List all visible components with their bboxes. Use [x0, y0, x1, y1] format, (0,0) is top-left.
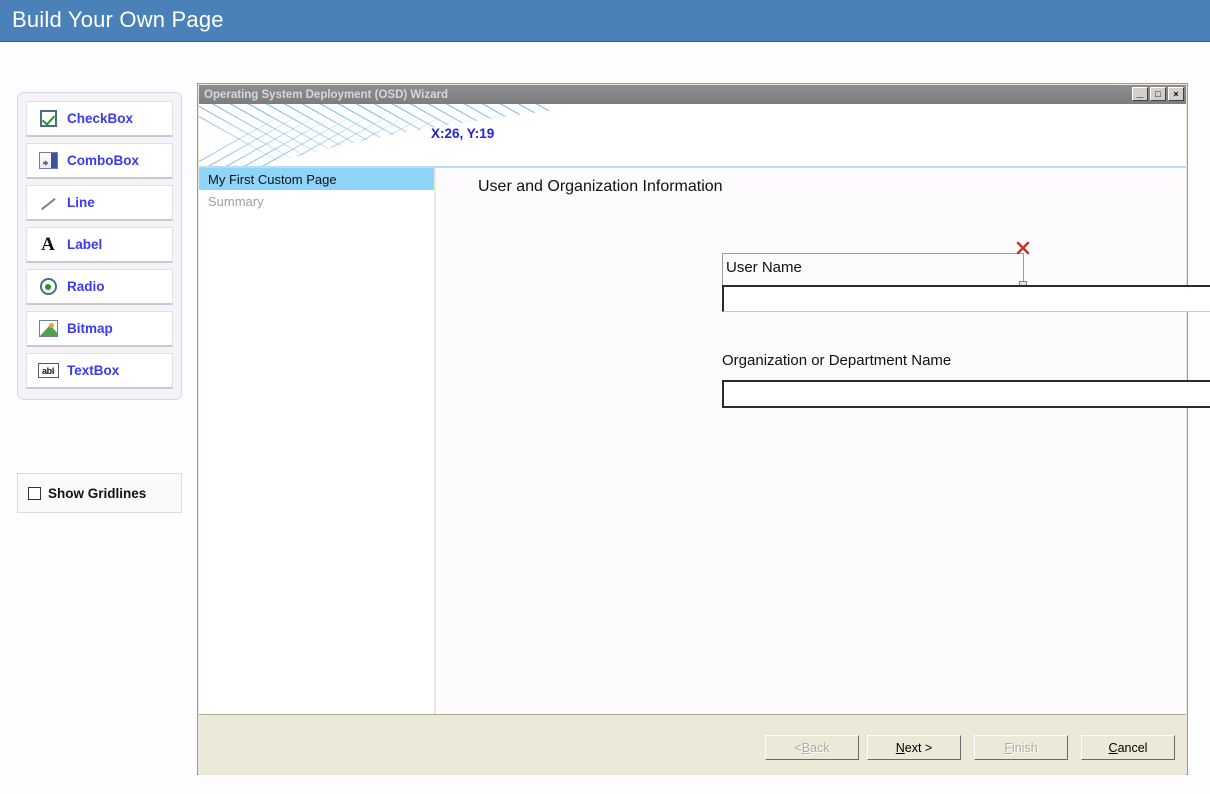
banner-mesh-graphic [199, 104, 619, 168]
tool-item-label: ComboBox [67, 153, 139, 168]
show-gridlines-checkbox[interactable] [28, 486, 41, 500]
wizard-nav-pane: My First Custom Page Summary [199, 168, 435, 714]
tool-item-label: TextBox [67, 363, 120, 378]
cancel-button-suffix: ancel [1117, 740, 1148, 755]
page-title: Build Your Own Page [12, 7, 224, 32]
tool-item-label: Radio [67, 279, 105, 294]
cursor-coordinates-readout: X:26, Y:19 [431, 126, 495, 141]
tool-item-checkbox[interactable]: CheckBox [26, 101, 173, 137]
tool-item-line[interactable]: Line [26, 185, 173, 221]
tool-item-textbox[interactable]: abl TextBox [26, 353, 173, 389]
radio-icon [35, 276, 61, 298]
tool-item-label[interactable]: A Label [26, 227, 173, 263]
label-icon: A [41, 234, 55, 255]
checkbox-icon [35, 108, 61, 130]
finish-button[interactable]: Finish [974, 735, 1068, 760]
app-header-bar: Build Your Own Page [0, 0, 1210, 42]
cancel-button-mnemonic: C [1108, 740, 1118, 755]
cancel-button[interactable]: Cancel [1081, 735, 1175, 760]
nav-item-my-first-custom-page[interactable]: My First Custom Page [199, 168, 435, 190]
designer-surface: CheckBox ComboBox Line A Label Radio Bit… [0, 42, 1210, 794]
tool-item-label: Line [67, 195, 95, 210]
tool-item-label: CheckBox [67, 111, 134, 126]
wizard-button-bar: < Back Next > Finish Cancel [199, 714, 1186, 775]
minimize-icon: _ [1136, 85, 1144, 99]
line-icon [35, 192, 61, 214]
close-icon: × [1173, 89, 1179, 99]
tool-item-combobox[interactable]: ComboBox [26, 143, 173, 179]
close-button[interactable]: × [1168, 87, 1184, 101]
window-controls: _ □ × [1132, 85, 1184, 101]
nav-item-label: My First Custom Page [208, 171, 337, 187]
show-gridlines-label: Show Gridlines [48, 485, 147, 501]
design-control-organization-label[interactable]: Organization or Department Name [722, 352, 951, 369]
next-button[interactable]: Next > [867, 735, 961, 760]
wizard-banner: X:26, Y:19 [199, 104, 1186, 168]
nav-item-label: Summary [208, 193, 264, 209]
toolbox-panel: CheckBox ComboBox Line A Label Radio Bit… [17, 92, 182, 400]
organization-label-text: Organization or Department Name [722, 352, 952, 369]
design-control-organization-combobox[interactable] [722, 380, 1210, 408]
wizard-preview-window: Operating System Deployment (OSD) Wizard… [197, 83, 1210, 775]
wizard-title-text: Operating System Deployment (OSD) Wizard [204, 88, 448, 101]
textbox-icon: abl [35, 360, 61, 382]
back-button[interactable]: < Back [765, 735, 859, 760]
user-name-label-text: User Name [726, 259, 802, 276]
bitmap-icon [35, 318, 61, 340]
wizard-content-pane: User and Organization Information User N… [436, 168, 1210, 714]
back-button-mnemonic: B [801, 740, 811, 755]
tool-item-bitmap[interactable]: Bitmap [26, 311, 173, 347]
content-heading: User and Organization Information [478, 178, 723, 195]
show-gridlines-option[interactable]: Show Gridlines [17, 473, 182, 513]
design-control-user-name-textbox[interactable] [722, 285, 1210, 312]
minimize-button[interactable]: _ [1132, 85, 1148, 101]
maximize-icon: □ [1155, 89, 1161, 99]
maximize-button[interactable]: □ [1150, 87, 1166, 101]
finish-button-suffix: inish [1011, 740, 1038, 755]
next-button-mnemonic: N [895, 740, 905, 755]
tool-item-label: Label [67, 237, 103, 252]
tool-item-radio[interactable]: Radio [26, 269, 173, 305]
delete-control-icon[interactable] [1015, 240, 1031, 256]
tool-item-label: Bitmap [67, 321, 113, 336]
back-button-suffix: ack [810, 740, 830, 755]
design-control-user-name-label[interactable]: User Name [722, 241, 1030, 289]
wizard-titlebar[interactable]: Operating System Deployment (OSD) Wizard… [199, 85, 1186, 104]
nav-item-summary[interactable]: Summary [199, 190, 435, 212]
next-button-suffix: ext > [904, 740, 933, 755]
combobox-icon [35, 150, 61, 172]
back-button-prefix: < [794, 740, 802, 755]
finish-button-mnemonic: F [1004, 740, 1012, 755]
